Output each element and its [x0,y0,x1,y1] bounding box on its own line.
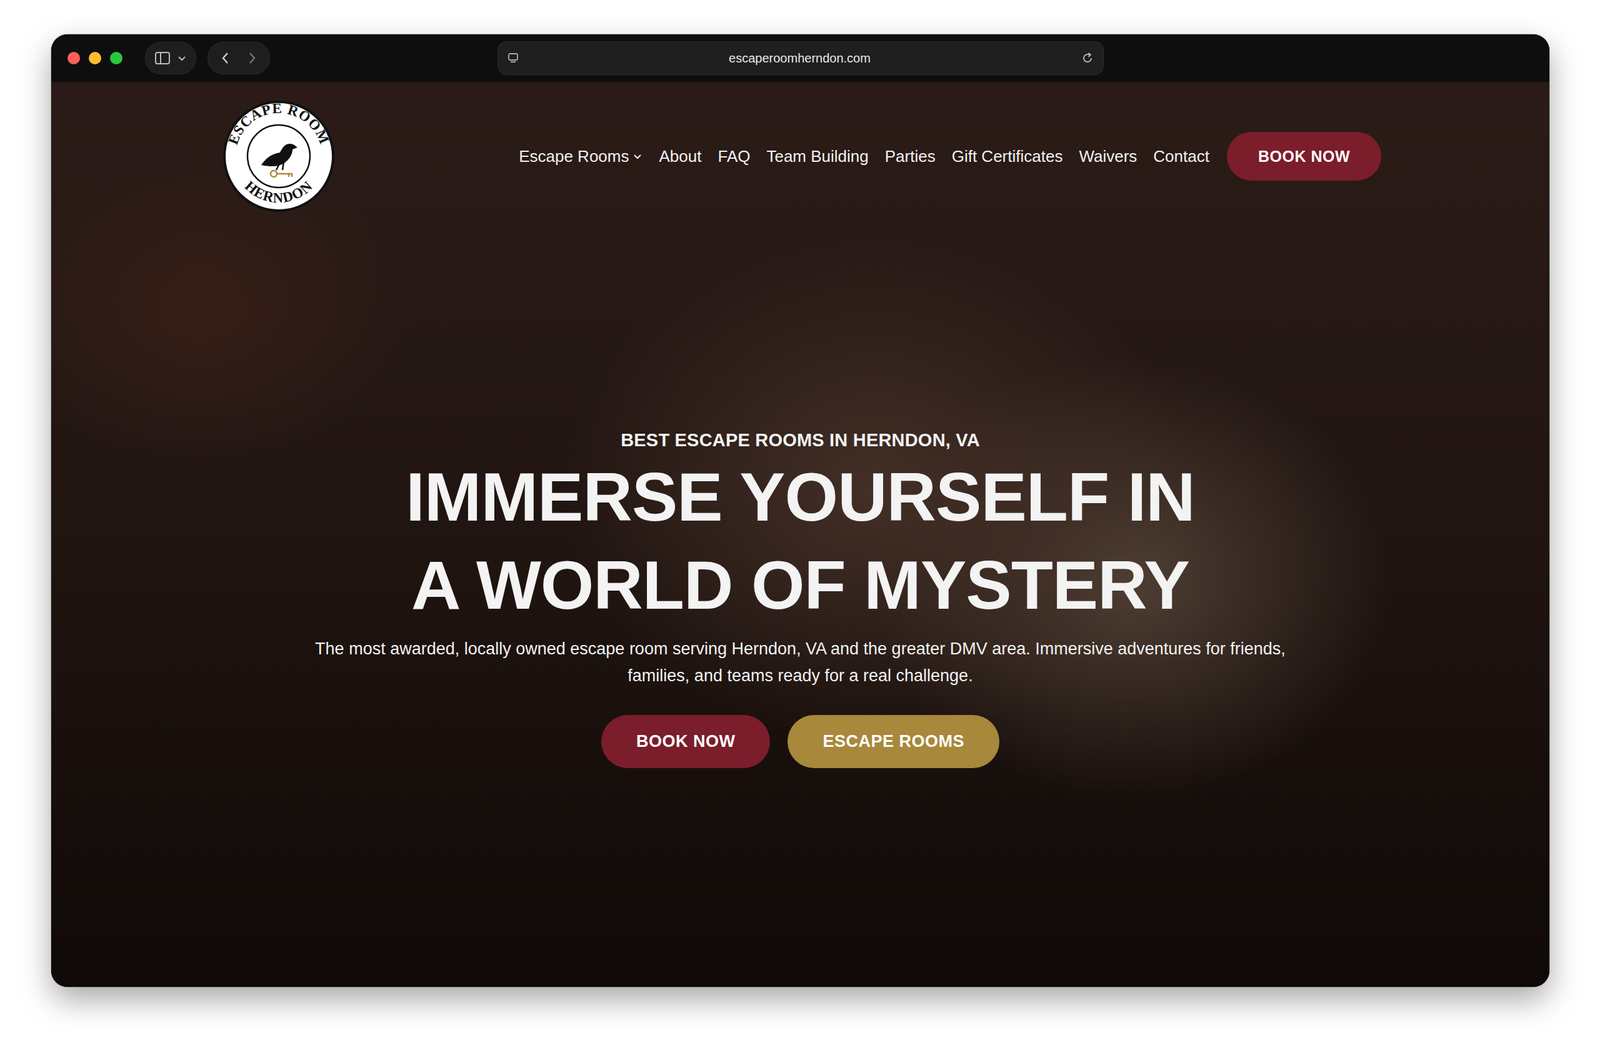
hero-button[interactable]: BOOK NOW [601,715,771,769]
hero-eyebrow: BEST ESCAPE ROOMS IN HERNDON, VA [620,430,980,451]
key-icon [270,170,293,177]
hero-title: IMMERSE YOURSELF INA WORLD OF MYSTERY [405,453,1195,630]
browser-window: escaperoomherndon.com ESCAPE ROOM HERNDON… [51,34,1550,987]
hero-subtitle: The most awarded, locally owned escape r… [306,635,1295,690]
close-button[interactable] [67,51,80,65]
page-icon [506,51,520,65]
logo[interactable]: ESCAPE ROOM HERNDON [222,100,335,213]
history-buttons [207,41,270,75]
page: escaperoomherndon.com ESCAPE ROOM HERNDON… [0,0,1600,1055]
hero-content: BEST ESCAPE ROOMS IN HERNDON, VA IMMERSE… [51,212,1550,769]
chevron-down-icon [176,53,187,64]
minimize-button[interactable] [88,51,102,65]
chevron-down-icon [632,151,643,162]
address-bar[interactable]: escaperoomherndon.com [497,41,1104,75]
nav-item[interactable]: Team Building [766,146,869,167]
nav-item[interactable]: FAQ [717,146,750,167]
sidebar-icon [154,51,171,65]
main-nav: Escape Rooms About FAQ Team Building Par… [518,131,1382,181]
nav-item[interactable]: Parties [885,146,936,167]
nav-item[interactable]: Gift Certificates [951,146,1064,167]
nav-item[interactable]: Escape Rooms [518,146,643,167]
svg-text:ESCAPE ROOM: ESCAPE ROOM [225,100,333,147]
book-now-button[interactable]: BOOK NOW [1226,131,1382,181]
hero-button[interactable]: ESCAPE ROOMS [787,715,1000,769]
hero: ESCAPE ROOM HERNDON Escape Rooms About FA… [51,81,1550,987]
browser-toolbar: escaperoomherndon.com [51,34,1550,82]
forward-icon[interactable] [245,50,259,66]
sidebar-button[interactable] [145,41,197,75]
window-controls [67,51,123,65]
zoom-button[interactable] [110,51,123,65]
raven-icon [261,143,298,170]
reload-icon[interactable] [1080,51,1095,65]
svg-text:HERNDON: HERNDON [241,178,316,207]
back-icon[interactable] [219,50,232,66]
nav-item[interactable]: About [658,146,702,167]
nav-item[interactable]: Contact [1153,146,1210,167]
site-header: ESCAPE ROOM HERNDON Escape Rooms About FA… [51,81,1550,213]
url-text: escaperoomherndon.com [526,51,1074,66]
hero-actions: BOOK NOW ESCAPE ROOMS [601,715,1000,769]
nav-item[interactable]: Waivers [1078,146,1137,167]
